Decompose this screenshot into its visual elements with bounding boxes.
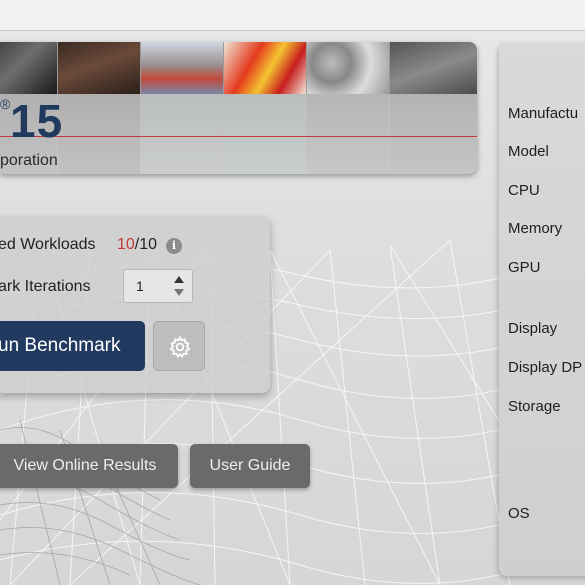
workloads-selected: 10 <box>117 236 135 253</box>
iterations-stepper[interactable]: 1 <box>123 269 193 303</box>
product-version: 15 <box>10 95 64 147</box>
info-icon[interactable]: i <box>166 238 182 254</box>
workloads-total: /10 <box>134 236 158 253</box>
user-guide-button[interactable]: User Guide <box>190 444 310 488</box>
chevron-up-icon[interactable] <box>174 276 184 283</box>
registered-mark: ® <box>0 96 11 112</box>
selected-workloads-label: ed Workloads <box>0 236 96 253</box>
run-benchmark-button[interactable]: un Benchmark <box>0 321 145 371</box>
model-label: Model <box>508 143 549 160</box>
settings-button[interactable] <box>153 321 205 371</box>
memory-label: Memory <box>508 220 563 237</box>
system-info-panel <box>499 43 585 576</box>
display-label: Display <box>508 320 558 337</box>
workloads-count[interactable]: 10/10 <box>117 236 157 254</box>
product-banner <box>0 42 477 174</box>
gpu-label: GPU <box>508 259 541 276</box>
storage-label: Storage <box>508 398 561 415</box>
manufacturer-label: Manufactu <box>508 105 579 122</box>
company-name: poration <box>0 152 58 169</box>
display-dpi-label: Display DP <box>508 359 583 376</box>
benchmark-iterations-label: ark Iterations <box>0 278 91 295</box>
view-online-results-button[interactable]: View Online Results <box>0 444 178 488</box>
gear-icon <box>169 335 191 359</box>
cpu-label: CPU <box>508 182 540 199</box>
iterations-value[interactable]: 1 <box>136 278 144 294</box>
chevron-down-icon[interactable] <box>174 289 184 296</box>
os-label: OS <box>508 505 530 522</box>
stepper-arrows <box>172 273 186 299</box>
